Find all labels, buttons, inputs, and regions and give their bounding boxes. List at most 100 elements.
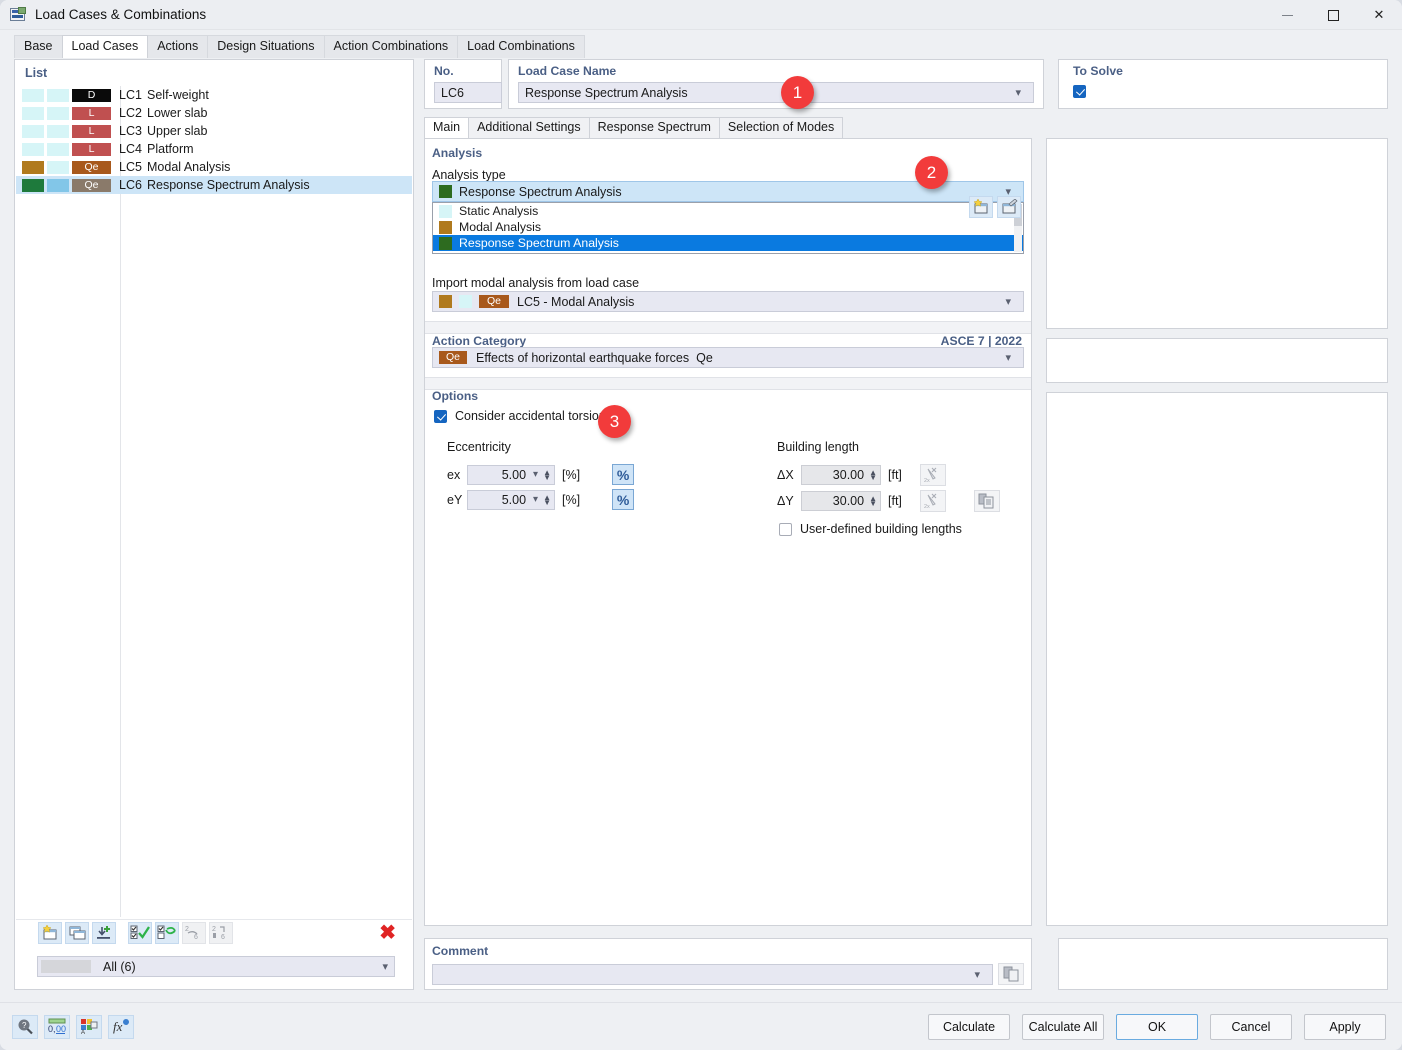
formula-icon: fx <box>112 1018 130 1035</box>
comment-input[interactable]: ▾ <box>432 964 993 985</box>
action-category-combo[interactable]: Qe Effects of horizontal earthquake forc… <box>432 347 1024 368</box>
preview-panel-bottom <box>1046 392 1388 926</box>
tab-action-combinations[interactable]: Action Combinations <box>324 35 459 58</box>
table-row[interactable]: Qe LC5 Modal Analysis <box>16 158 412 176</box>
chevron-down-icon: ▾ <box>382 960 388 973</box>
eccentricity-x-stepper[interactable]: ▲▼ <box>543 470 551 480</box>
building-length-group-label: Building length <box>777 440 1000 454</box>
comment-note-button[interactable] <box>998 963 1024 985</box>
color-swatch-primary <box>22 125 44 138</box>
table-row[interactable]: L LC3 Upper slab <box>16 122 412 140</box>
new-spectrum-icon <box>973 199 990 215</box>
pick-length-y-button[interactable]: 2x <box>920 490 946 512</box>
chevron-down-icon[interactable]: ▾ <box>533 469 538 480</box>
select-all-button[interactable] <box>128 922 152 944</box>
help-search-button[interactable]: ? <box>12 1015 38 1039</box>
import-swatch-secondary <box>459 295 472 308</box>
action-badge: L <box>72 125 111 138</box>
eccentricity-x-input[interactable]: 5.00 ▾ ▲▼ <box>467 465 555 485</box>
eccentricity-y-stepper[interactable]: ▲▼ <box>543 495 551 505</box>
building-length-y-stepper[interactable]: ▲▼ <box>869 496 877 506</box>
close-button[interactable]: ✕ <box>1356 0 1402 30</box>
calculate-all-button[interactable]: Calculate All <box>1022 1014 1104 1040</box>
tab-load-cases[interactable]: Load Cases <box>62 35 149 58</box>
tab-actions[interactable]: Actions <box>147 35 208 58</box>
dropdown-option-response-spectrum[interactable]: Response Spectrum Analysis <box>433 235 1023 251</box>
detail-pane: No. LC6 Load Case Name Response Spectrum… <box>424 59 1388 990</box>
display-properties-button[interactable]: A <box>76 1015 102 1039</box>
table-row-selected[interactable]: Qe LC6 Response Spectrum Analysis <box>16 176 412 194</box>
to-solve-checkbox[interactable] <box>1073 85 1086 98</box>
tab-design-situations[interactable]: Design Situations <box>207 35 324 58</box>
edit-spectrum-button[interactable] <box>997 196 1021 218</box>
building-length-y-input[interactable]: 30.00 ▲▼ <box>801 491 881 511</box>
calculate-button[interactable]: Calculate <box>928 1014 1010 1040</box>
tab-selection-of-modes[interactable]: Selection of Modes <box>719 117 843 138</box>
renumber-button[interactable]: 2 6 <box>182 922 206 944</box>
building-length-x-input[interactable]: 30.00 ▲▼ <box>801 465 881 485</box>
svg-text:00: 00 <box>56 1024 66 1034</box>
tab-base[interactable]: Base <box>14 35 63 58</box>
import-load-case-button[interactable] <box>92 922 116 944</box>
list-filter-dropdown[interactable]: All (6) ▾ <box>37 956 395 977</box>
ok-button[interactable]: OK <box>1116 1014 1198 1040</box>
svg-text:0,: 0, <box>48 1024 56 1034</box>
new-load-case-button[interactable] <box>38 922 62 944</box>
svg-text:2x: 2x <box>924 478 930 483</box>
building-length-x-label: ΔX <box>777 468 801 482</box>
consider-accidental-torsion-checkbox[interactable] <box>434 410 447 423</box>
tab-load-combinations[interactable]: Load Combinations <box>457 35 585 58</box>
dropdown-option-static[interactable]: Static Analysis <box>433 203 1023 219</box>
eccentricity-y-percent-button[interactable]: % <box>612 489 634 510</box>
step-marker-2-label: 2 <box>927 163 936 183</box>
tab-response-spectrum[interactable]: Response Spectrum <box>589 117 720 138</box>
new-spectrum-button[interactable] <box>969 196 993 218</box>
load-case-id: LC1 <box>119 88 147 102</box>
maximize-button[interactable] <box>1310 0 1356 30</box>
load-case-name-input[interactable]: Response Spectrum Analysis ▾ <box>518 82 1034 103</box>
options-title: Options <box>432 389 478 403</box>
invert-selection-button[interactable] <box>155 922 179 944</box>
table-row[interactable]: L LC4 Platform <box>16 140 412 158</box>
action-category-value: Effects of horizontal earthquake forces <box>476 351 689 365</box>
formula-button[interactable]: fx <box>108 1015 134 1039</box>
load-case-name: Response Spectrum Analysis <box>147 178 310 192</box>
building-length-x-value: 30.00 <box>833 468 864 482</box>
svg-text:?: ? <box>22 1021 27 1030</box>
pick-length-x-button[interactable]: 2x <box>920 464 946 486</box>
analysis-type-dropdown[interactable]: Static Analysis Modal Analysis Response … <box>432 202 1024 254</box>
design-standard-label: ASCE 7 | 2022 <box>941 334 1022 348</box>
svg-text:2x: 2x <box>924 504 930 509</box>
import-modal-combo[interactable]: Qe LC5 - Modal Analysis ▾ <box>432 291 1024 312</box>
building-length-x-stepper[interactable]: ▲▼ <box>869 470 877 480</box>
apply-button[interactable]: Apply <box>1304 1014 1386 1040</box>
dropdown-option-modal[interactable]: Modal Analysis <box>433 219 1023 235</box>
step-marker-3-label: 3 <box>610 412 619 432</box>
tab-main[interactable]: Main <box>424 117 469 138</box>
number-format-button[interactable]: 0, 00 <box>44 1015 70 1039</box>
load-case-no-field[interactable]: LC6 <box>434 82 502 103</box>
user-defined-building-lengths-checkbox[interactable] <box>779 523 792 536</box>
filter-swatch <box>41 960 91 973</box>
eccentricity-y-input[interactable]: 5.00 ▾ ▲▼ <box>467 490 555 510</box>
delete-button[interactable]: ✖ <box>379 923 396 943</box>
minimize-button[interactable] <box>1264 0 1310 30</box>
chevron-down-icon: ▾ <box>974 968 980 981</box>
table-row[interactable]: L LC2 Lower slab <box>16 104 412 122</box>
list-filter-label: All (6) <box>103 960 136 974</box>
cancel-button[interactable]: Cancel <box>1210 1014 1292 1040</box>
color-swatch-primary <box>22 107 44 120</box>
tab-additional-settings[interactable]: Additional Settings <box>468 117 590 138</box>
copy-load-case-button[interactable] <box>65 922 89 944</box>
pick-length-x-icon: 2x <box>924 467 941 483</box>
eccentricity-x-percent-button[interactable]: % <box>612 464 634 485</box>
sort-button[interactable]: 2 6 <box>209 922 233 944</box>
divider-3 <box>425 377 1031 378</box>
import-modal-value: LC5 - Modal Analysis <box>517 295 634 309</box>
table-row[interactable]: D LC1 Self-weight <box>16 86 412 104</box>
color-swatch-secondary <box>47 107 69 120</box>
dropdown-option-label: Modal Analysis <box>459 220 541 234</box>
copy-values-button[interactable] <box>974 490 1000 512</box>
chevron-down-icon[interactable]: ▾ <box>533 494 538 505</box>
maximize-icon <box>1328 10 1339 21</box>
